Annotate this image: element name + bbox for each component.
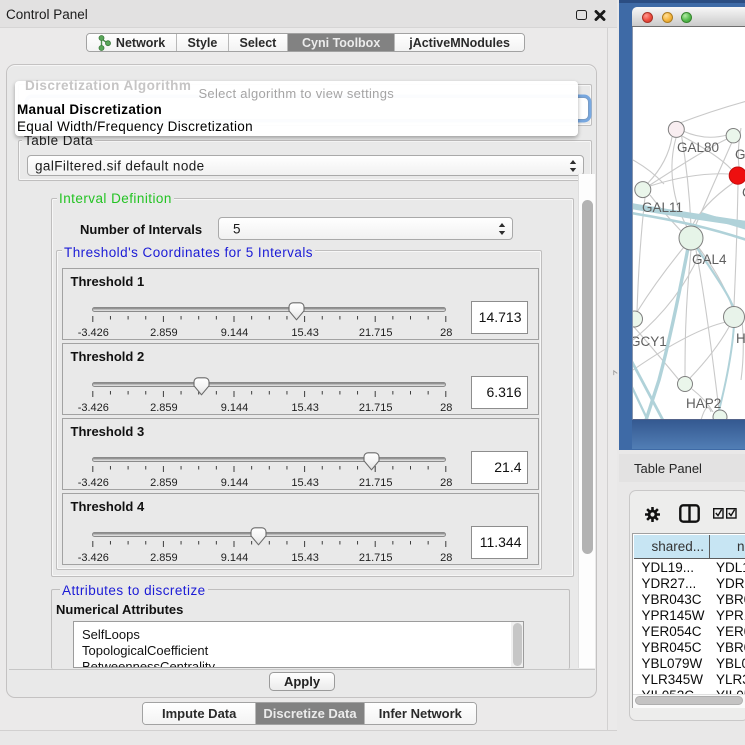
svg-text:GAL11: GAL11 <box>642 200 683 215</box>
svg-text:GAL...: GAL... <box>735 147 745 162</box>
svg-text:HAP2: HAP2 <box>686 396 721 411</box>
svg-text:GAL4: GAL4 <box>692 252 727 267</box>
svg-text:GCY1: GCY1 <box>633 334 667 349</box>
svg-text:HAP1: HAP1 <box>736 331 745 346</box>
svg-text:GAL80: GAL80 <box>677 140 719 155</box>
